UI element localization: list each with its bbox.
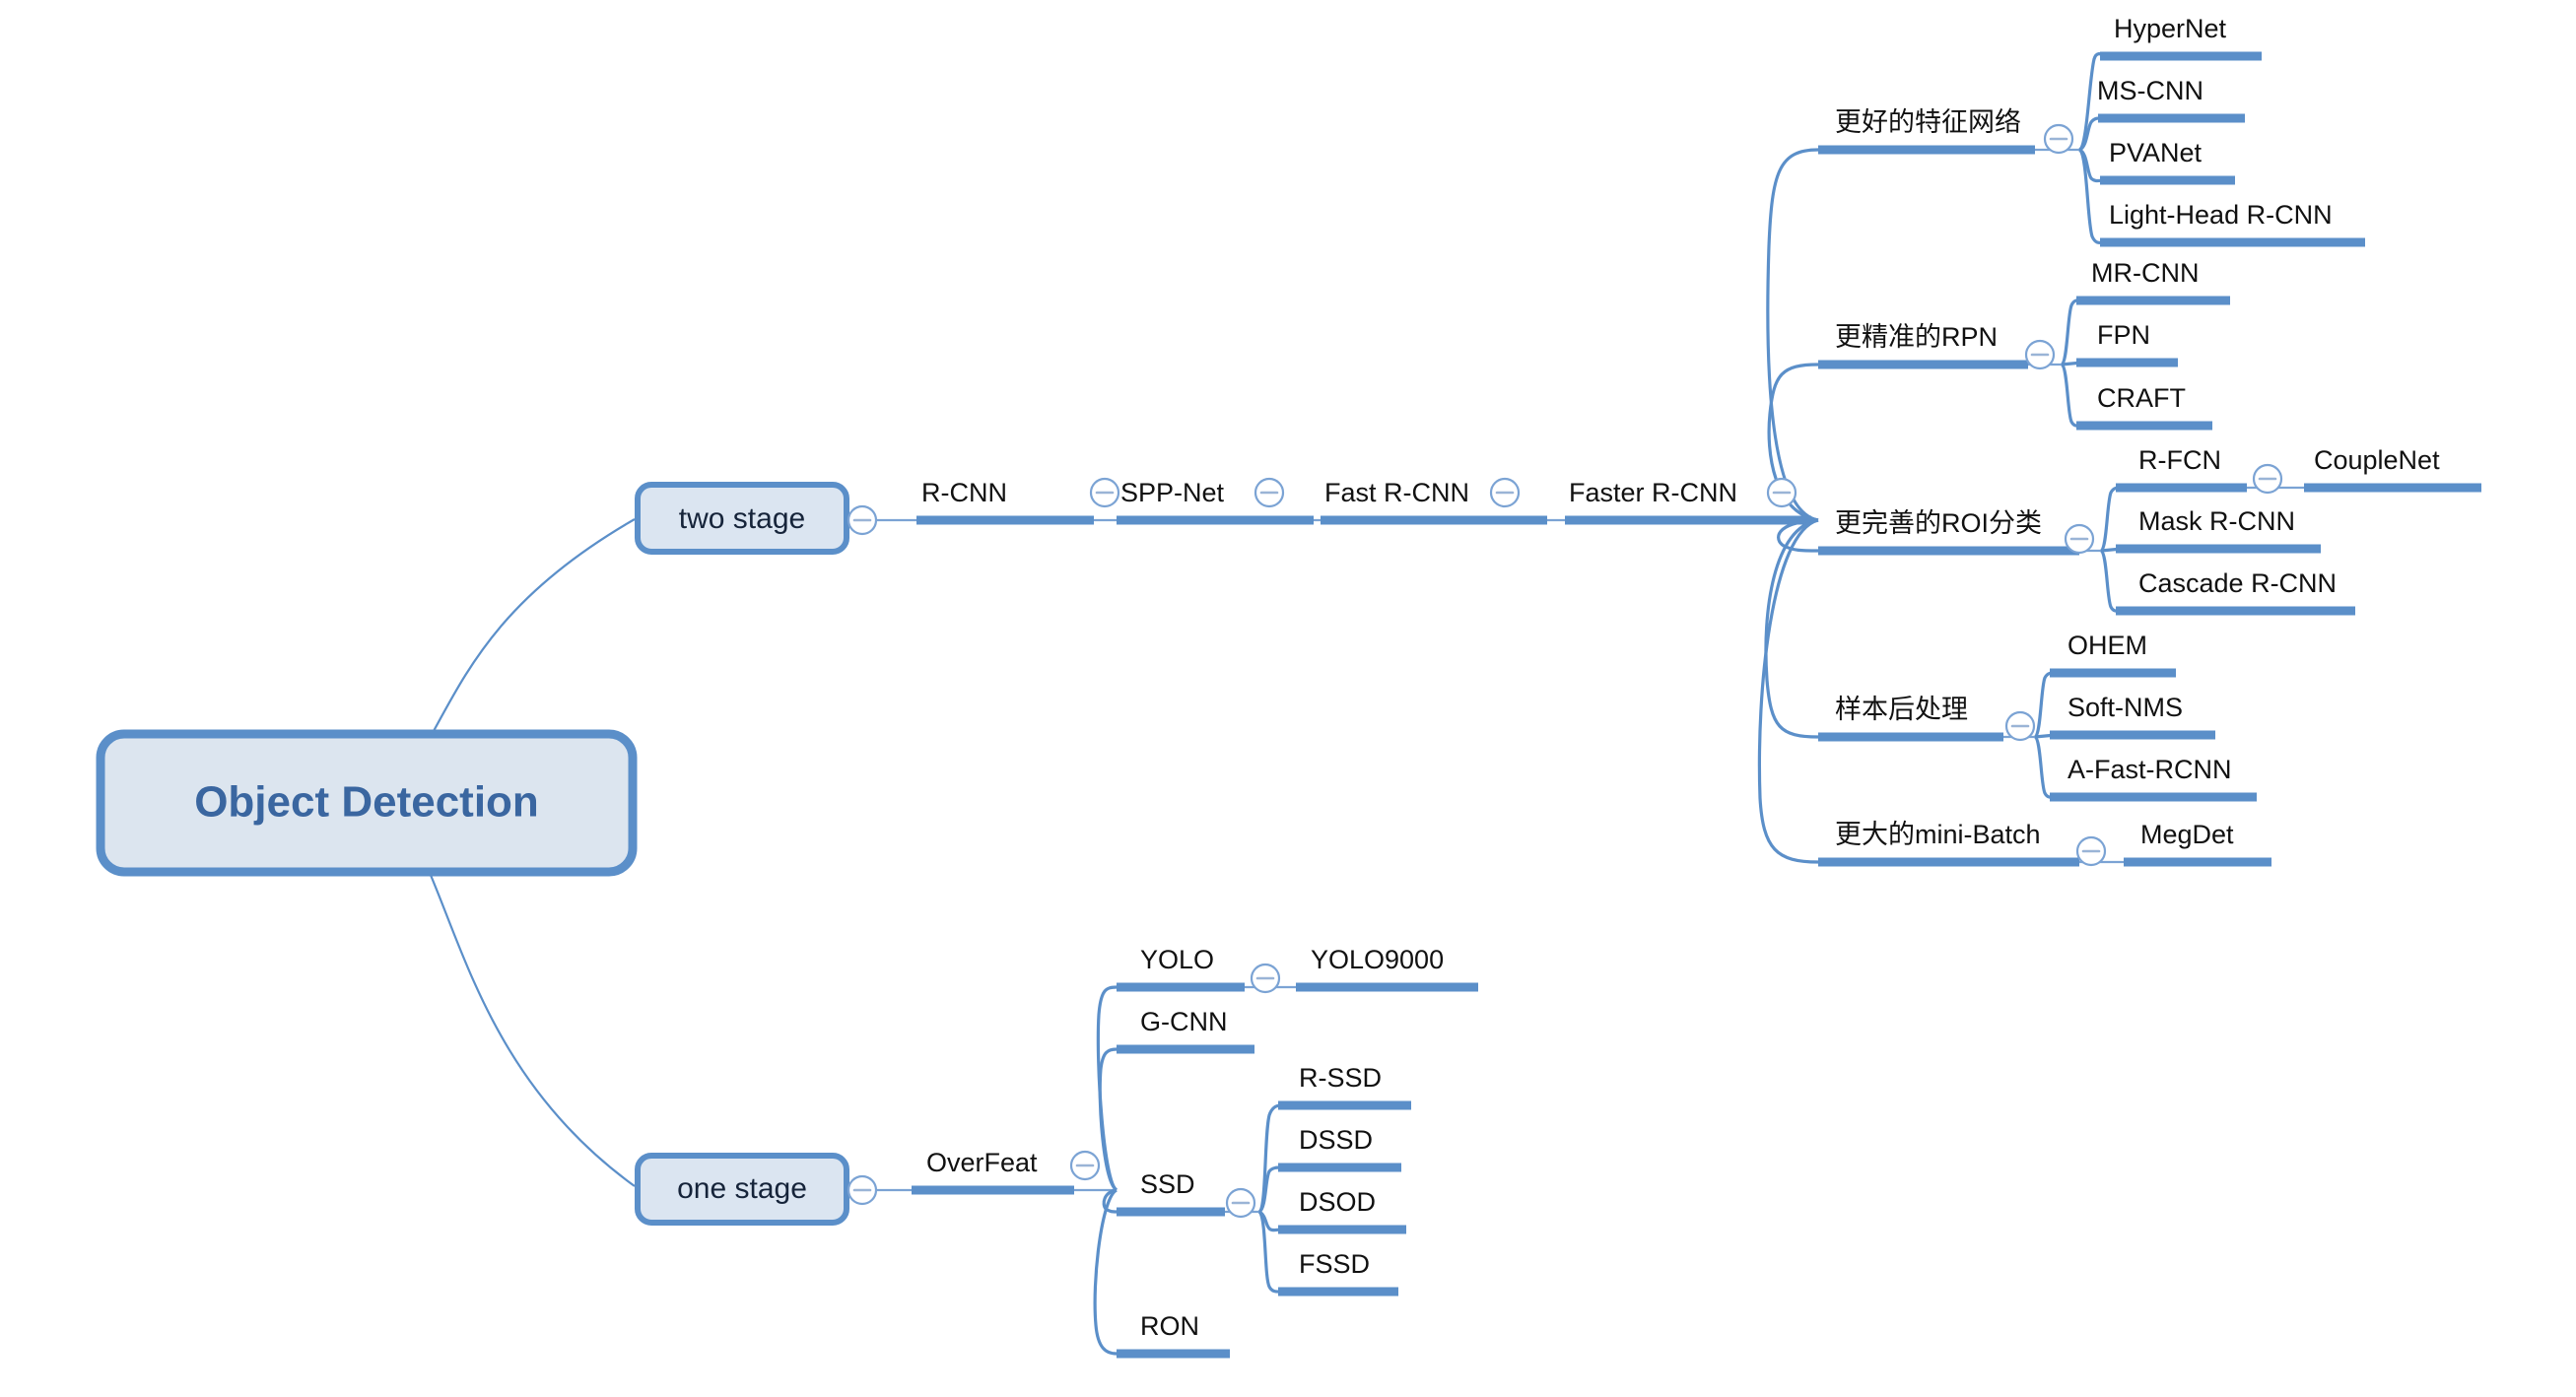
node-label-sample-post-processing: 样本后处理 <box>1835 695 1968 724</box>
edge-to-craft <box>2060 363 2083 428</box>
edge-to-ms-cnn <box>2078 116 2105 152</box>
better-feature-network-children: HyperNet MS-CNN PVANet Light-Head R-CNN <box>2077 14 2365 247</box>
toggle-better-feature-network[interactable] <box>2043 123 2074 155</box>
node-label-dsod: DSOD <box>1299 1187 1376 1217</box>
edge-to-ohem <box>2033 671 2057 739</box>
toggle-yolo[interactable] <box>1250 963 1281 994</box>
toggle-spp-net[interactable] <box>1254 477 1285 508</box>
toggle-two-stage[interactable] <box>847 504 878 536</box>
node-label-yolo: YOLO <box>1140 945 1214 974</box>
stage-label-one-stage: one stage <box>677 1172 807 1205</box>
ssd-children: R-SSD DSSD DSOD FSSD <box>1257 1063 1411 1297</box>
node-label-ms-cnn: MS-CNN <box>2097 76 2203 105</box>
node-label-overfeat: OverFeat <box>926 1148 1038 1177</box>
edge-to-light-head-r-cnn <box>2077 148 2107 245</box>
node-label-light-head-r-cnn: Light-Head R-CNN <box>2109 200 2333 230</box>
toggle-bigger-mini-batch[interactable] <box>2075 835 2107 867</box>
edge-root-to-one-stage <box>422 858 636 1187</box>
node-label-dssd: DSSD <box>1299 1125 1373 1155</box>
toggle-ssd[interactable] <box>1225 1187 1256 1219</box>
edge-to-cascade-r-cnn <box>2099 549 2123 613</box>
node-label-craft: CRAFT <box>2097 383 2186 413</box>
node-label-spp-net: SPP-Net <box>1120 478 1225 507</box>
node-label-couplenet: CoupleNet <box>2314 445 2440 475</box>
toggle-better-roi-classification[interactable] <box>2064 523 2095 555</box>
node-label-yolo9000: YOLO9000 <box>1311 945 1444 974</box>
node-label-megdet: MegDet <box>2140 820 2234 849</box>
node-label-a-fast-rcnn: A-Fast-RCNN <box>2068 755 2232 784</box>
root-node[interactable]: Object Detection <box>96 729 638 877</box>
node-label-mask-r-cnn: Mask R-CNN <box>2138 506 2295 536</box>
root-node-label: Object Detection <box>194 778 539 827</box>
toggle-overfeat[interactable] <box>1069 1150 1101 1181</box>
edge-to-fssd <box>1257 1210 1282 1294</box>
toggle-faster-r-cnn[interactable] <box>1766 477 1797 508</box>
node-label-hypernet: HyperNet <box>2114 14 2227 43</box>
edge-to-a-fast-rcnn <box>2033 735 2057 799</box>
node-label-ron: RON <box>1140 1311 1199 1341</box>
more-accurate-rpn-children: MR-CNN FPN CRAFT <box>2060 258 2230 431</box>
edge-to-g-cnn <box>1098 1047 1119 1192</box>
toggle-one-stage[interactable] <box>847 1174 878 1206</box>
node-label-pvanet: PVANet <box>2109 138 2203 167</box>
node-label-r-fcn: R-FCN <box>2138 445 2221 475</box>
mindmap-svg: Object Detection two stage one stage R-C… <box>96 14 2481 1359</box>
edge-root-to-two-stage <box>423 518 636 750</box>
stage-one-stage[interactable]: one stage <box>635 1153 849 1226</box>
node-label-bigger-mini-batch: 更大的mini-Batch <box>1835 820 2041 849</box>
better-roi-classification-children: R-FCN CoupleNet Mask R-CNN Cascade R-CNN <box>2099 445 2481 616</box>
toggle-fast-r-cnn[interactable] <box>1489 477 1521 508</box>
node-label-faster-r-cnn: Faster R-CNN <box>1569 478 1737 507</box>
sample-post-processing-children: OHEM Soft-NMS A-Fast-RCNN <box>2033 631 2257 802</box>
edge-to-ron <box>1093 1188 1119 1356</box>
node-label-fssd: FSSD <box>1299 1249 1370 1279</box>
toggle-r-cnn[interactable] <box>1089 477 1120 508</box>
node-label-better-feature-network: 更好的特征网络 <box>1835 107 2021 137</box>
node-label-soft-nms: Soft-NMS <box>2068 693 2183 722</box>
node-label-more-accurate-rpn: 更精准的RPN <box>1835 322 1998 352</box>
node-label-r-ssd: R-SSD <box>1299 1063 1382 1093</box>
two-stage-branch-fan <box>1757 148 1819 864</box>
edge-to-mr-cnn <box>2060 299 2083 366</box>
mindmap-canvas-container: Object Detection two stage one stage R-C… <box>0 0 2576 1397</box>
node-label-fast-r-cnn: Fast R-CNN <box>1324 478 1469 507</box>
stage-two-stage[interactable]: two stage <box>635 482 849 555</box>
node-label-mr-cnn: MR-CNN <box>2091 258 2199 288</box>
node-label-r-cnn: R-CNN <box>921 478 1007 507</box>
node-label-g-cnn: G-CNN <box>1140 1007 1228 1036</box>
toggle-more-accurate-rpn[interactable] <box>2024 339 2056 370</box>
edge-to-r-ssd <box>1257 1103 1282 1214</box>
edge-to-better-feature-network <box>1766 148 1819 522</box>
node-label-cascade-r-cnn: Cascade R-CNN <box>2138 568 2337 598</box>
edge-to-r-fcn <box>2099 486 2123 553</box>
node-label-ssd: SSD <box>1140 1169 1195 1199</box>
toggle-sample-post-processing[interactable] <box>2004 710 2036 742</box>
edge-to-sample-post-processing <box>1764 518 1819 739</box>
node-label-ohem: OHEM <box>2068 631 2147 660</box>
node-label-fpn: FPN <box>2097 320 2150 350</box>
node-label-better-roi-classification: 更完善的ROI分类 <box>1835 508 2042 538</box>
stage-label-two-stage: two stage <box>679 502 805 535</box>
toggle-r-fcn[interactable] <box>2252 463 2283 495</box>
